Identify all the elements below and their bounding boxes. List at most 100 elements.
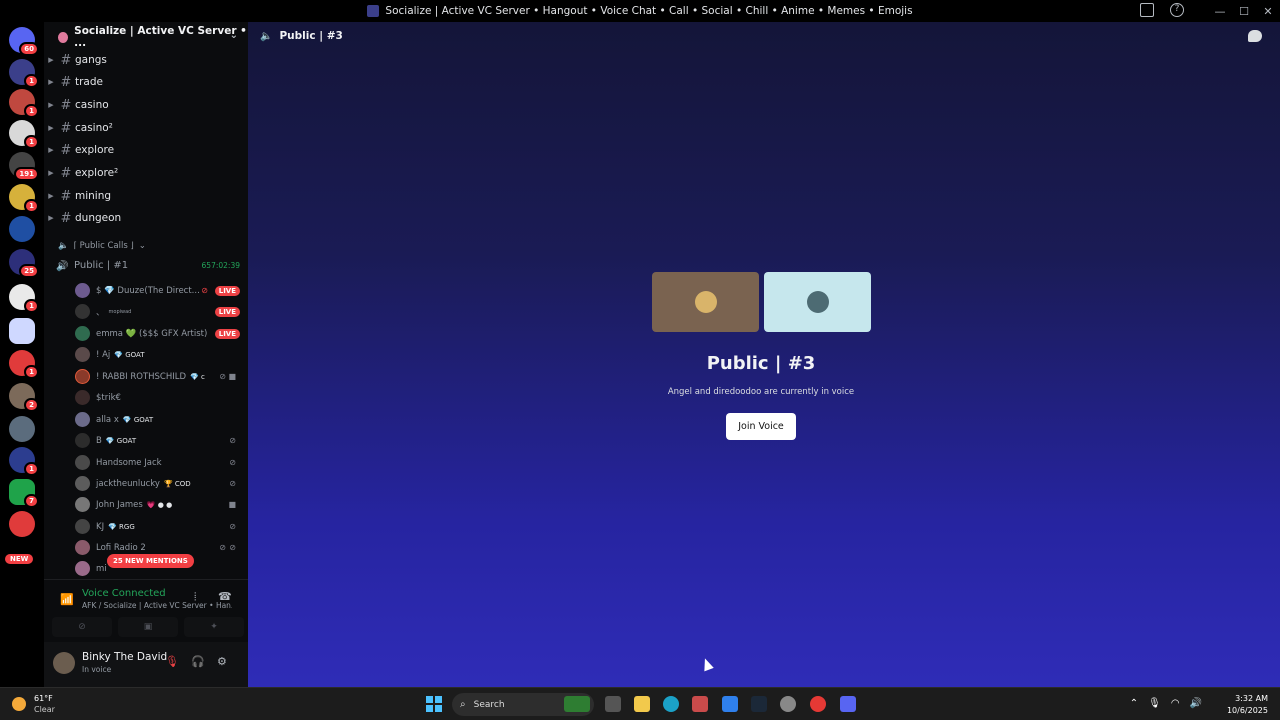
- maximize-button[interactable]: ☐: [1232, 5, 1256, 18]
- task-view-icon[interactable]: [605, 696, 621, 712]
- start-button[interactable]: [426, 696, 442, 712]
- voice-member[interactable]: B 💎 GOAT ⊘: [75, 430, 240, 451]
- voice-member[interactable]: jacktheunlucky 🏆 COD ⊘: [75, 473, 240, 494]
- participant-tile[interactable]: [652, 272, 759, 332]
- app-icon: [367, 5, 380, 17]
- window-titlebar: Socialize | Active VC Server • Hangout •…: [0, 0, 1280, 22]
- voice-member[interactable]: Handsome Jack ⊘: [75, 452, 240, 473]
- server-icon[interactable]: 1: [9, 350, 39, 379]
- server-icon[interactable]: [9, 216, 35, 242]
- username: Binky The David: [82, 651, 168, 663]
- channel-trade[interactable]: ▶ # trade: [44, 72, 103, 92]
- member-tag: 💎 c: [190, 372, 205, 381]
- wifi-icon[interactable]: ◠: [1171, 698, 1180, 709]
- unread-indicator-icon: ▶: [48, 101, 54, 109]
- headphones-button[interactable]: 🎧: [191, 655, 205, 668]
- server-header[interactable]: Socialize | Active VC Server • ... ⌄: [44, 22, 248, 52]
- channel-label: mining: [75, 190, 112, 202]
- voice-connected-channel[interactable]: AFK / Socialize | Active VC Server • Han…: [82, 601, 232, 610]
- avatar: [75, 390, 90, 405]
- avatar[interactable]: [53, 652, 75, 674]
- badge: 191: [14, 167, 39, 181]
- mute-mic-button[interactable]: 🎙: [165, 655, 179, 668]
- search-icon: ⌕: [460, 699, 466, 710]
- activities-button[interactable]: ✦: [184, 617, 244, 637]
- edge-icon[interactable]: [663, 696, 679, 712]
- help-icon[interactable]: ?: [1170, 3, 1184, 17]
- chevron-up-icon[interactable]: ⌃: [1130, 698, 1138, 709]
- taskbar-search[interactable]: ⌕ Search: [452, 693, 594, 716]
- server-icon[interactable]: 25: [9, 249, 39, 278]
- minimize-button[interactable]: —: [1208, 5, 1232, 18]
- channel-casino[interactable]: ▶ # casino: [44, 95, 108, 115]
- disconnect-icon[interactable]: ☎: [218, 590, 232, 603]
- server-icon[interactable]: 1: [9, 120, 39, 149]
- server-icon[interactable]: [9, 416, 35, 442]
- notepad-icon[interactable]: [722, 696, 738, 712]
- steam-icon[interactable]: [751, 696, 767, 712]
- channel-header-title: Public | #3: [279, 30, 343, 42]
- member-name: $trik€: [96, 392, 121, 403]
- discord-icon[interactable]: [840, 696, 856, 712]
- server-icon[interactable]: 1: [9, 59, 39, 88]
- app-icon[interactable]: [780, 696, 796, 712]
- voice-member[interactable]: ! RABBI ROTHSCHILD 💎 c ⊘ ■: [75, 366, 240, 387]
- close-button[interactable]: ✕: [1256, 5, 1280, 18]
- channel-gangs[interactable]: ▶ # gangs: [44, 50, 107, 70]
- call-title: Public | #3: [706, 353, 816, 374]
- voice-member[interactable]: John James 💗 ● ● ■: [75, 494, 240, 515]
- channel-explore-2[interactable]: ▶ # explore²: [44, 163, 118, 183]
- voice-member[interactable]: $ 💎 Duuze(The Direct... ⊘ LIVE: [75, 280, 240, 301]
- screen-share-icon[interactable]: [1140, 3, 1154, 17]
- server-icon[interactable]: 2: [9, 383, 39, 412]
- voice-member[interactable]: 、 mopiwad LIVE: [75, 301, 240, 322]
- chat-icon[interactable]: [1248, 30, 1262, 42]
- hash-icon: #: [60, 188, 72, 204]
- muted-icon: ⊘: [201, 286, 208, 295]
- clock[interactable]: 3:32 AM 10/6/2025: [1227, 693, 1268, 717]
- channel-mining[interactable]: ▶ # mining: [44, 186, 111, 206]
- server-icon[interactable]: [9, 511, 35, 537]
- voice-connection-panel: 📶 Voice Connected AFK / Socialize | Acti…: [44, 579, 248, 641]
- camera-icon: ■: [228, 372, 236, 381]
- noise-suppression-icon[interactable]: ⦙: [194, 590, 196, 604]
- participant-tile[interactable]: [764, 272, 871, 332]
- member-name: KJ: [96, 521, 105, 532]
- server-icon[interactable]: 1: [9, 89, 39, 118]
- voice-member[interactable]: alla x 💎 GOAT: [75, 409, 240, 430]
- weather-widget[interactable]: 61°F Clear: [12, 693, 55, 715]
- channel-label: dungeon: [75, 212, 122, 224]
- member-name: jacktheunlucky: [96, 478, 160, 489]
- channel-casino-2[interactable]: ▶ # casino²: [44, 118, 113, 138]
- settings-gear-icon[interactable]: ⚙: [217, 655, 227, 668]
- channel-explore[interactable]: ▶ # explore: [44, 140, 114, 160]
- home-button[interactable]: 60: [9, 27, 39, 56]
- snipping-tool-icon[interactable]: [692, 696, 708, 712]
- channel-dungeon[interactable]: ▶ # dungeon: [44, 208, 121, 228]
- channel-header: 🔈 Public | #3: [260, 30, 343, 42]
- category-public-calls[interactable]: 🔈 ⌈ Public Calls ⌋ ⌄: [58, 241, 146, 251]
- server-icon[interactable]: 191: [9, 152, 39, 181]
- server-icon[interactable]: 1: [9, 184, 39, 213]
- call-subtitle: Angel and diredoodoo are currently in vo…: [667, 387, 855, 397]
- member-name: emma 💚 ($$$ GFX Artist): [96, 328, 208, 339]
- new-mentions-banner[interactable]: 25 NEW MENTIONS: [107, 554, 194, 568]
- voice-member[interactable]: ! Aj 💎 GOAT: [75, 344, 240, 365]
- voice-member[interactable]: emma 💚 ($$$ GFX Artist) LIVE: [75, 323, 240, 344]
- server-icon[interactable]: 7: [9, 479, 39, 508]
- voice-member[interactable]: KJ 💎 RGG ⊘: [75, 516, 240, 537]
- voice-channel-public-1[interactable]: 🔊 Public | #1 657:02:39: [56, 260, 240, 272]
- microphone-icon[interactable]: 🎙: [1148, 698, 1161, 709]
- volume-icon[interactable]: 🔊: [1190, 698, 1202, 709]
- server-icon[interactable]: [9, 318, 35, 344]
- file-explorer-icon[interactable]: [634, 696, 650, 712]
- screen-share-button[interactable]: ▣: [118, 617, 178, 637]
- server-icon[interactable]: 1: [9, 284, 39, 313]
- server-icon[interactable]: 1: [9, 447, 39, 476]
- join-voice-button[interactable]: Join Voice: [726, 413, 796, 440]
- badge: 2: [24, 398, 39, 412]
- opera-icon[interactable]: [810, 696, 826, 712]
- new-servers-badge[interactable]: NEW: [5, 554, 34, 564]
- camera-off-button[interactable]: ⊘: [52, 617, 112, 637]
- voice-member[interactable]: $trik€: [75, 387, 240, 408]
